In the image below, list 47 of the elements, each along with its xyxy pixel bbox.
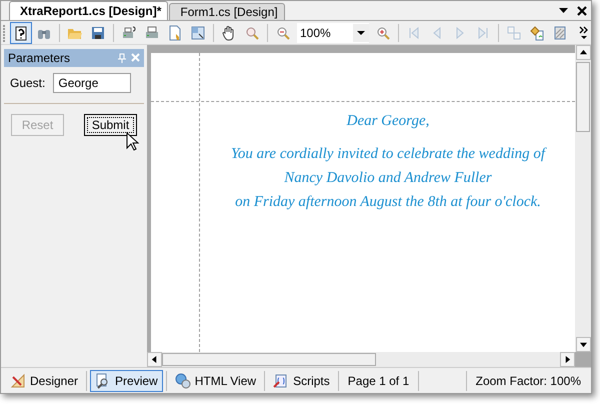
scroll-up-icon bbox=[580, 49, 586, 56]
ruler-pencil-icon bbox=[10, 372, 26, 388]
document-tab[interactable]: XtraReport1.cs [Design]* bbox=[9, 1, 168, 20]
view-tab[interactable]: Preview bbox=[90, 370, 163, 392]
mouse-cursor-icon bbox=[126, 132, 140, 152]
toolbar-button[interactable] bbox=[10, 22, 32, 44]
globe-icon bbox=[174, 372, 191, 388]
magnifier-icon bbox=[244, 24, 260, 40]
scroll-thumb[interactable] bbox=[162, 353, 376, 366]
submit-button[interactable]: Submit bbox=[84, 114, 137, 136]
report-text: Nancy Davolio and Andrew Fuller bbox=[284, 170, 492, 187]
zoom-in-icon bbox=[375, 24, 391, 40]
view-tab[interactable]: Designer bbox=[5, 370, 84, 392]
guest-field[interactable]: George bbox=[53, 73, 132, 93]
scroll-thumb[interactable] bbox=[576, 62, 590, 132]
report-text: Dear George, bbox=[346, 113, 430, 130]
page-indicator: Page 1 of 1 bbox=[346, 374, 410, 388]
script-icon bbox=[273, 372, 290, 388]
zoom-dropdown[interactable]: 100% bbox=[297, 22, 369, 42]
zoom-factor: Zoom Factor: 100% bbox=[474, 374, 582, 388]
multiple-pages-icon bbox=[506, 24, 522, 40]
paint-bucket-icon bbox=[529, 24, 545, 40]
field-label: Guest: bbox=[10, 76, 46, 90]
scroll-down-icon bbox=[580, 341, 586, 348]
overflow-icon[interactable] bbox=[579, 24, 589, 40]
save-icon bbox=[90, 24, 106, 40]
zoom-out-icon bbox=[275, 24, 291, 40]
dropdown-icon[interactable] bbox=[559, 8, 568, 14]
close-icon[interactable] bbox=[577, 6, 587, 16]
print-setup-icon bbox=[121, 24, 137, 40]
printer-icon bbox=[144, 24, 160, 40]
view-tab[interactable]: HTML View bbox=[170, 370, 262, 392]
report-text: You are cordially invited to celebrate the wedding of bbox=[230, 146, 546, 163]
help-document-icon bbox=[13, 24, 29, 40]
scale-page-icon bbox=[190, 24, 206, 40]
scroll-left-icon bbox=[151, 356, 158, 363]
document-tab[interactable]: Form1.cs [Design] bbox=[169, 3, 285, 20]
page-wrench-icon bbox=[167, 24, 183, 40]
watermark-icon bbox=[552, 24, 568, 40]
report-text: on Friday afternoon August the 8th at four o'clock. bbox=[235, 194, 541, 211]
toolbar-grip-icon bbox=[3, 24, 6, 42]
scroll-right-icon bbox=[564, 356, 571, 363]
view-tab[interactable]: Scripts bbox=[268, 370, 335, 392]
horizontal-scrollbar[interactable] bbox=[147, 352, 575, 367]
pin-icon[interactable] bbox=[118, 53, 126, 63]
panel-title: Parameters bbox=[8, 51, 70, 65]
vertical-scrollbar[interactable] bbox=[575, 45, 591, 352]
